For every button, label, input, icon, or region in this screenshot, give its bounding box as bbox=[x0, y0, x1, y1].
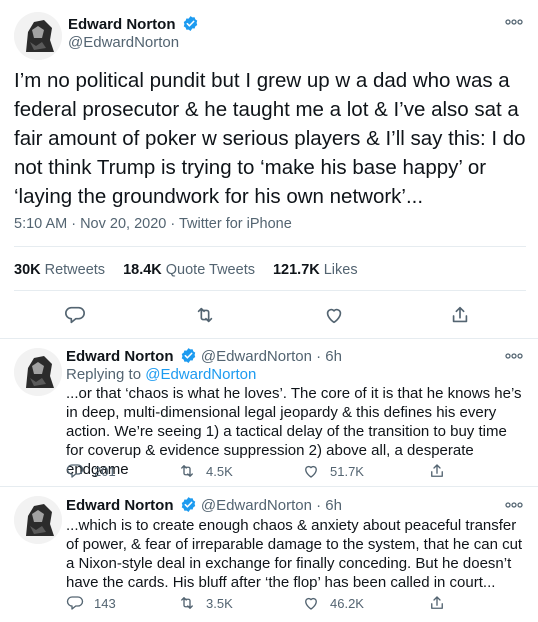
tweet-text: I’m no political pundit but I grew up w … bbox=[14, 69, 526, 208]
avatar-image bbox=[14, 12, 62, 60]
replying-to-link[interactable]: @EdwardNorton bbox=[145, 366, 256, 383]
tweet-actions bbox=[0, 304, 538, 328]
reply-action[interactable]: 143 bbox=[66, 594, 116, 612]
like-count: 46.2K bbox=[330, 595, 364, 611]
share-action[interactable] bbox=[428, 594, 446, 612]
share-icon[interactable] bbox=[449, 304, 471, 326]
more-options-icon[interactable] bbox=[504, 350, 524, 362]
verified-badge-icon bbox=[181, 497, 195, 512]
reply-count: 143 bbox=[94, 595, 116, 611]
reply-icon bbox=[66, 596, 84, 610]
retweets-stat[interactable]: 30K Retweets bbox=[14, 262, 105, 278]
tweet-time[interactable]: 6h bbox=[325, 497, 342, 514]
tweet-actions: 143 3.5K 46.2K bbox=[66, 594, 466, 614]
like-action[interactable]: 51.7K bbox=[302, 462, 364, 480]
share-action[interactable] bbox=[428, 462, 446, 480]
like-icon bbox=[305, 465, 317, 478]
reply-tweet[interactable]: Edward Norton @EdwardNorton · 6h Replyin… bbox=[0, 338, 538, 486]
avatar[interactable] bbox=[14, 12, 62, 60]
share-icon bbox=[431, 596, 443, 609]
author-handle[interactable]: @EdwardNorton bbox=[201, 348, 312, 365]
reply-icon bbox=[66, 464, 84, 478]
reply-tweet[interactable]: Edward Norton @EdwardNorton · 6h ...whic… bbox=[0, 486, 538, 622]
reply-icon[interactable] bbox=[64, 304, 86, 326]
quote-tweets-stat[interactable]: 18.4K Quote Tweets bbox=[123, 262, 255, 278]
verified-badge-icon bbox=[183, 16, 198, 31]
retweet-count: 3.5K bbox=[206, 595, 233, 611]
like-icon bbox=[305, 597, 317, 610]
likes-stat[interactable]: 121.7K Likes bbox=[273, 262, 358, 278]
author-name[interactable]: Edward Norton bbox=[66, 497, 174, 514]
author-name[interactable]: Edward Norton bbox=[66, 348, 174, 365]
like-action[interactable]: 46.2K bbox=[302, 594, 364, 612]
author-handle[interactable]: @EdwardNorton bbox=[68, 34, 179, 51]
reply-action[interactable]: 201 bbox=[66, 462, 116, 480]
retweet-action[interactable]: 4.5K bbox=[178, 462, 233, 480]
author-handle[interactable]: @EdwardNorton bbox=[201, 497, 312, 514]
replying-to: Replying to @EdwardNorton bbox=[66, 366, 257, 383]
tweet-text: ...which is to create enough chaos & anx… bbox=[66, 517, 523, 591]
avatar[interactable] bbox=[14, 496, 62, 544]
divider bbox=[14, 246, 526, 247]
retweet-icon bbox=[181, 597, 193, 609]
reply-count: 201 bbox=[94, 463, 116, 479]
verified-badge-icon bbox=[181, 348, 195, 363]
tweet-time[interactable]: 6h bbox=[325, 348, 342, 365]
avatar-image bbox=[14, 348, 62, 396]
more-options-icon[interactable] bbox=[504, 16, 524, 28]
like-count: 51.7K bbox=[330, 463, 364, 479]
tweet-actions: 201 4.5K 51.7K bbox=[66, 462, 466, 482]
like-icon[interactable] bbox=[323, 304, 345, 326]
avatar[interactable] bbox=[14, 348, 62, 396]
separator-dot: · bbox=[316, 497, 322, 514]
tweet-stats: 30K Retweets 18.4K Quote Tweets 121.7K Like… bbox=[14, 262, 358, 278]
tweet-meta[interactable]: 5:10 AM · Nov 20, 2020 · Twitter for iPh… bbox=[14, 216, 292, 232]
separator-dot: · bbox=[316, 348, 322, 365]
retweet-icon[interactable] bbox=[194, 304, 216, 326]
author-name[interactable]: Edward Norton bbox=[68, 16, 176, 33]
divider bbox=[14, 290, 526, 291]
share-icon bbox=[431, 464, 443, 477]
retweet-count: 4.5K bbox=[206, 463, 233, 479]
more-options-icon[interactable] bbox=[504, 499, 524, 511]
retweet-icon bbox=[181, 465, 193, 477]
retweet-action[interactable]: 3.5K bbox=[178, 594, 233, 612]
avatar-image bbox=[14, 496, 62, 544]
